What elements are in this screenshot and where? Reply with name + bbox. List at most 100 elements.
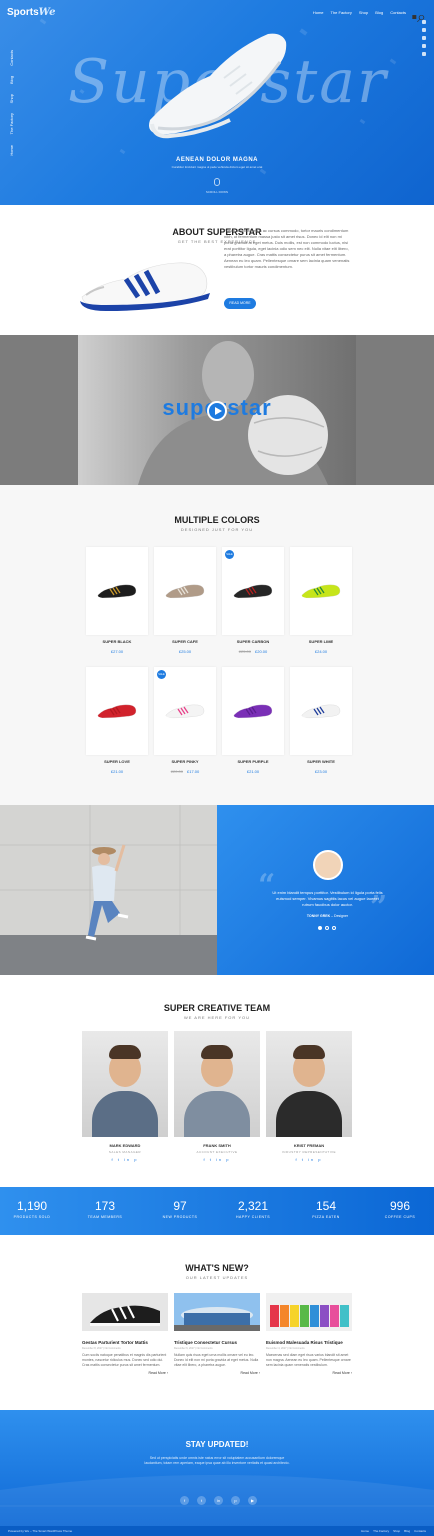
stat-counter: 1,190 PRODUCTS SOLD — [2, 1199, 62, 1219]
sneaker-icon — [232, 584, 273, 599]
sneaker-icon — [96, 704, 137, 719]
sneaker-icon — [164, 584, 205, 599]
youtube-icon[interactable] — [422, 52, 426, 56]
hero-subheading: Curabitur tincidunt magna ut pede vehicu… — [171, 165, 263, 169]
team-member-name: MARK EDWARD — [109, 1143, 141, 1148]
product-name[interactable]: SUPER PURPLE — [222, 759, 284, 764]
post-thumbnail[interactable] — [174, 1293, 260, 1331]
post-title[interactable]: Gestas Parturient Tortor Mattis — [82, 1340, 168, 1345]
vnav-blog[interactable]: Blog — [9, 76, 17, 84]
post-thumbnail[interactable] — [82, 1293, 168, 1331]
vnav-home[interactable]: Home — [9, 145, 17, 156]
pinterest-icon[interactable] — [422, 36, 426, 40]
facebook-icon[interactable]: f — [180, 1496, 189, 1505]
sneaker-icon — [300, 584, 341, 599]
twitter-icon[interactable] — [422, 20, 426, 24]
scroll-mouse-icon[interactable] — [214, 178, 220, 186]
product-image[interactable] — [290, 547, 352, 635]
product-old-price: £20.00 — [170, 769, 183, 774]
read-more-button[interactable]: READ MORE — [224, 298, 256, 309]
newsletter-text: Sed ut perspiciatis unde omnis iste natu… — [144, 1456, 290, 1465]
post-read-more-link[interactable]: Read More › — [82, 1371, 168, 1375]
product-name[interactable]: SUPER LOVE — [86, 759, 148, 764]
youtube-icon[interactable]: ▶ — [248, 1496, 257, 1505]
vnav-shop[interactable]: Shop — [9, 94, 17, 103]
products-subtitle: DESIGNED JUST FOR YOU — [180, 527, 254, 532]
footer-link-shop[interactable]: Shop — [393, 1529, 400, 1533]
about-subtitle: GET THE BEST EXPERIENCE — [177, 239, 257, 244]
video-section: superstar — [0, 335, 434, 485]
site-logo[interactable]: SportsWe — [7, 7, 55, 18]
hero-section: SportsWe Home The Factory Shop Blog Cont… — [0, 0, 434, 205]
team-member-role: ACCOUNT EXECUTIVE — [196, 1150, 238, 1154]
testimonial-author-name: TONNY GREK — [306, 914, 331, 918]
product-card[interactable]: SUPER WHITE £23.00 — [290, 667, 352, 787]
product-card[interactable]: SUPER BLACK £27.00 — [86, 547, 148, 667]
product-card[interactable]: SUPER CAFE £25.00 — [154, 547, 216, 667]
play-icon — [215, 407, 222, 415]
linkedin-icon[interactable]: in — [214, 1496, 223, 1505]
twitter-icon[interactable]: t — [197, 1496, 206, 1505]
post-read-more-link[interactable]: Read More › — [266, 1371, 352, 1375]
nav-item-blog[interactable]: Blog — [375, 10, 383, 15]
product-image[interactable]: SALE — [222, 547, 284, 635]
team-member-social-icons[interactable]: f t in p — [82, 1157, 168, 1162]
logo-accent: We — [38, 7, 56, 18]
scroll-down-label[interactable]: SCROLL DOWN — [0, 190, 434, 194]
product-name[interactable]: SUPER CAFE — [154, 639, 216, 644]
products-title: MULTIPLE COLORS — [174, 515, 260, 525]
vnav-contacts[interactable]: Contacts — [9, 50, 17, 66]
pinterest-icon[interactable]: p — [231, 1496, 240, 1505]
product-card[interactable]: SALE SUPER PINKY £20.00 £17.00 — [154, 667, 216, 787]
post-title[interactable]: Euismod Malesuada Risus Tristique — [266, 1340, 352, 1345]
product-card[interactable]: SUPER LIME £24.00 — [290, 547, 352, 667]
product-name[interactable]: SUPER BLACK — [86, 639, 148, 644]
product-image[interactable] — [154, 547, 216, 635]
news-section: WHAT'S NEW? OUR LATEST UPDATES Gestas Pa… — [0, 1235, 434, 1410]
nav-item-factory[interactable]: The Factory — [331, 10, 352, 15]
product-card[interactable]: SALE SUPER CARBON £25.00 £20.00 — [222, 547, 284, 667]
news-subtitle: OUR LATEST UPDATES — [185, 1275, 249, 1280]
footer-link-home[interactable]: Home — [361, 1529, 369, 1533]
product-image[interactable] — [222, 667, 284, 755]
product-card[interactable]: SUPER LOVE £21.00 — [86, 667, 148, 787]
nav-item-shop[interactable]: Shop — [359, 10, 368, 15]
product-name[interactable]: SUPER WHITE — [290, 759, 352, 764]
linkedin-icon[interactable] — [422, 44, 426, 48]
product-name[interactable]: SUPER PINKY — [154, 759, 216, 764]
footer-link-factory[interactable]: The Factory — [373, 1529, 389, 1533]
slider-dot[interactable] — [325, 926, 329, 930]
product-image[interactable] — [86, 667, 148, 755]
product-image[interactable]: SALE — [154, 667, 216, 755]
vnav-factory[interactable]: The Factory — [9, 113, 17, 134]
slider-dot[interactable] — [332, 926, 336, 930]
sale-badge: SALE — [157, 670, 166, 679]
post-read-more-link[interactable]: Read More › — [174, 1371, 260, 1375]
newsletter-social-icons: f t in p ▶ — [180, 1496, 257, 1505]
product-price: £21.00 — [222, 769, 284, 774]
footer-link-blog[interactable]: Blog — [404, 1529, 410, 1533]
product-card[interactable]: SUPER PURPLE £21.00 — [222, 667, 284, 787]
stat-label: TEAM MEMBERS — [87, 1215, 123, 1219]
post-meta: December 8, 2017 | No Comments — [82, 1347, 121, 1350]
product-image[interactable] — [290, 667, 352, 755]
product-name[interactable]: SUPER CARBON — [222, 639, 284, 644]
team-member-social-icons[interactable]: f t in p — [174, 1157, 260, 1162]
blog-post-card: Tristique Consectetur Cursus December 6, … — [174, 1293, 260, 1375]
nav-item-home[interactable]: Home — [313, 10, 324, 15]
team-member-social-icons[interactable]: f t in p — [266, 1157, 352, 1162]
stat-number: 154 — [315, 1199, 337, 1213]
product-image[interactable] — [86, 547, 148, 635]
team-member-card: KRIST FREMAN INDUSTRY REPRESENTATIVE f t i… — [266, 1031, 352, 1162]
stat-number: 97 — [173, 1199, 187, 1213]
nav-item-contacts[interactable]: Contacts — [390, 10, 406, 15]
post-title[interactable]: Tristique Consectetur Cursus — [174, 1340, 260, 1345]
slider-dot[interactable] — [318, 926, 322, 930]
post-meta: December 4, 2017 | No Comments — [266, 1347, 305, 1350]
footer-link-contacts[interactable]: Contacts — [414, 1529, 426, 1533]
facebook-icon[interactable] — [422, 28, 426, 32]
product-name[interactable]: SUPER LIME — [290, 639, 352, 644]
product-price: £27.00 — [86, 649, 148, 654]
play-button[interactable] — [207, 401, 227, 421]
post-thumbnail[interactable] — [266, 1293, 352, 1331]
